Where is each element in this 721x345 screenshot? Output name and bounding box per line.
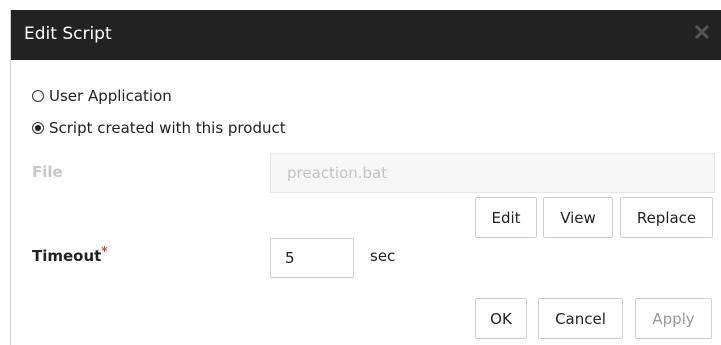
edit-button[interactable]: Edit: [475, 197, 537, 238]
cancel-button[interactable]: Cancel: [538, 298, 623, 339]
dialog-title: Edit Script: [24, 24, 112, 44]
edit-script-dialog: Edit Script User Application Script crea…: [10, 10, 721, 345]
radio-label-user-application: User Application: [49, 87, 172, 105]
radio-script-created[interactable]: Script created with this product: [32, 118, 286, 138]
required-marker: *: [101, 244, 108, 258]
apply-button[interactable]: Apply: [635, 298, 712, 339]
radio-button-unchecked[interactable]: [32, 90, 44, 102]
radio-label-script-created: Script created with this product: [49, 119, 286, 137]
ok-button[interactable]: OK: [475, 298, 527, 339]
dialog-titlebar: Edit Script: [11, 10, 721, 60]
timeout-label: Timeout*: [32, 244, 108, 265]
timeout-label-text: Timeout: [32, 247, 102, 265]
timeout-input[interactable]: [270, 238, 354, 278]
file-field: [270, 153, 715, 193]
radio-button-checked[interactable]: [32, 122, 44, 134]
file-label: File: [32, 163, 63, 181]
radio-user-application[interactable]: User Application: [32, 86, 172, 106]
close-icon[interactable]: [694, 24, 710, 40]
replace-button[interactable]: Replace: [620, 197, 713, 238]
view-button[interactable]: View: [543, 197, 613, 238]
timeout-unit: sec: [370, 247, 396, 265]
